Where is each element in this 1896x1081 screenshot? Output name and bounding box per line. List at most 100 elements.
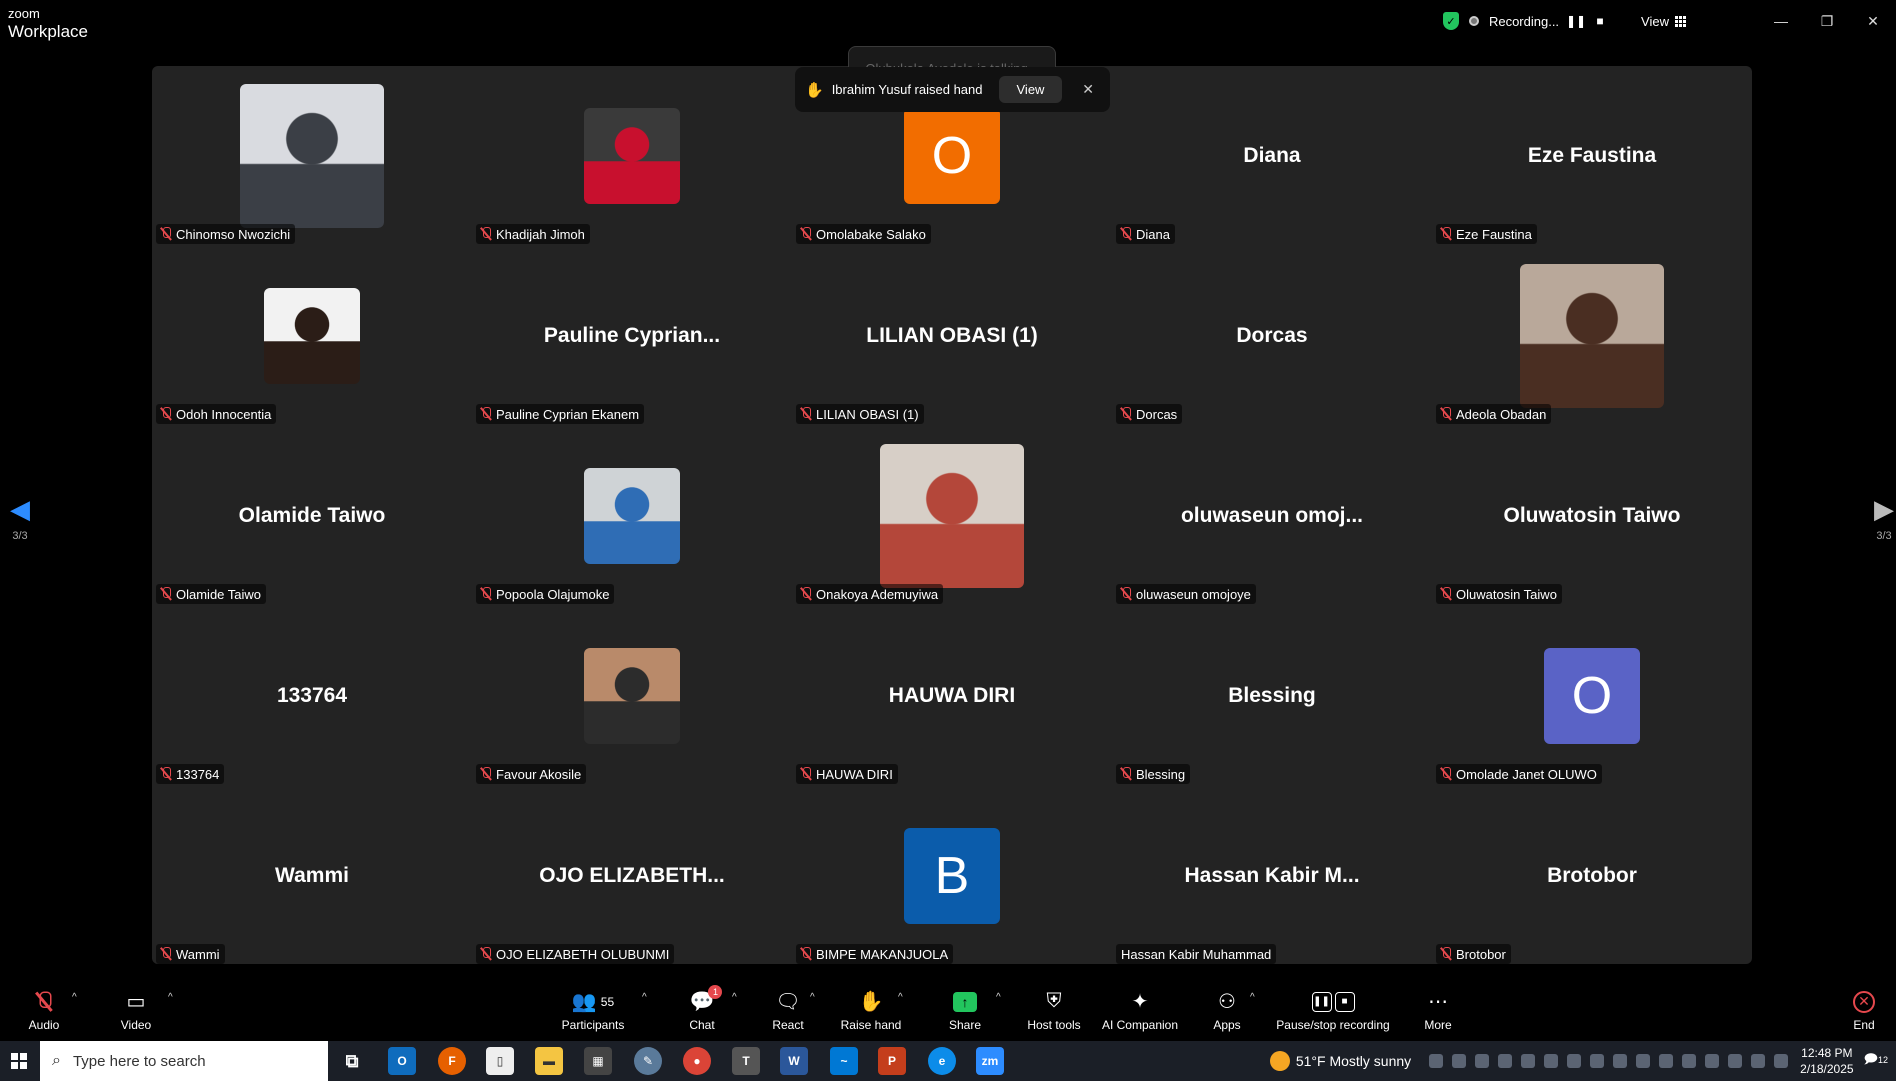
outlook-icon[interactable]: O [388, 1047, 416, 1075]
audio-options-caret[interactable]: ^ [72, 992, 77, 1003]
raise-hand-button[interactable]: ✋ Raise hand [840, 980, 902, 1040]
file-icon[interactable]: ▯ [486, 1047, 514, 1075]
chat-options-caret[interactable]: ^ [732, 992, 737, 1003]
video-button[interactable]: ▭ Video [116, 980, 156, 1040]
participant-tile[interactable]: Chinomso Nwozichi [152, 66, 472, 246]
participant-tile[interactable]: Wammi Wammi [152, 786, 472, 966]
end-button[interactable]: ✕ End [1848, 980, 1880, 1040]
react-options-caret[interactable]: ^ [810, 992, 815, 1003]
participant-tile[interactable]: 133764 133764 [152, 606, 472, 786]
webex-icon[interactable]: ~ [830, 1047, 858, 1075]
next-page-button[interactable]: ▶ 3/3 [1864, 496, 1896, 542]
mic-muted-icon [1441, 227, 1451, 241]
participants-button[interactable]: 👥 55 Participants [560, 980, 626, 1040]
tray-icons [1429, 1054, 1789, 1068]
participant-tile[interactable]: HAUWA DIRI HAUWA DIRI [792, 606, 1112, 786]
clock[interactable]: 12:48 PM 2/18/2025 [1800, 1045, 1853, 1077]
close-button[interactable]: ✕ [1850, 6, 1896, 36]
participant-tile[interactable]: O Omolade Janet OLUWO [1432, 606, 1752, 786]
participant-name: Diana [1136, 226, 1170, 242]
previous-page-button[interactable]: ◀ 3/3 [0, 496, 40, 542]
participant-tile[interactable]: Diana Diana [1112, 66, 1432, 246]
participant-name: Oluwatosin Taiwo [1456, 586, 1557, 602]
chat-button[interactable]: 💬 1 Chat [686, 980, 723, 1040]
participant-tile[interactable]: Popoola Olajumoke [472, 426, 792, 606]
battery-icon[interactable] [1728, 1054, 1743, 1068]
notifications-icon[interactable]: 🗩12 [1864, 1050, 1888, 1072]
participant-tile[interactable]: Olamide Taiwo Olamide Taiwo [152, 426, 472, 606]
weather-widget[interactable]: 51°F Mostly sunny [1269, 1051, 1411, 1071]
tray-app-icon[interactable] [1613, 1054, 1628, 1068]
participant-tile[interactable]: OJO ELIZABETH... OJO ELIZABETH OLUBUNMI [472, 786, 792, 966]
pause-recording-button[interactable]: ❚❚ [1566, 14, 1586, 28]
minimize-button[interactable]: — [1758, 6, 1804, 36]
taskbar-search[interactable]: ⌕ Type here to search [40, 1041, 328, 1081]
tray-app-icon[interactable] [1636, 1054, 1651, 1068]
firefox-icon[interactable]: F [438, 1047, 466, 1075]
folder-icon[interactable]: ▬ [535, 1047, 563, 1075]
apps-options-caret[interactable]: ^ [1250, 992, 1255, 1003]
host-tools-button[interactable]: ⛨ Host tools [1024, 980, 1084, 1040]
participant-tile[interactable]: Oluwatosin Taiwo Oluwatosin Taiwo [1432, 426, 1752, 606]
video-options-caret[interactable]: ^ [168, 992, 173, 1003]
zoom-taskbar-icon[interactable]: zm [976, 1047, 1004, 1075]
share-button[interactable]: ↑ Share [948, 980, 982, 1040]
tray-app-icon[interactable] [1544, 1054, 1559, 1068]
apps-button[interactable]: ⚇ Apps [1210, 980, 1244, 1040]
participant-name-label: Hassan Kabir Muhammad [1116, 944, 1277, 964]
start-button[interactable] [0, 1041, 38, 1081]
mic-muted-icon [481, 767, 491, 781]
tray-app-icon[interactable] [1590, 1054, 1605, 1068]
stop-recording-button[interactable]: ■ [1593, 14, 1607, 28]
restore-button[interactable]: ❐ [1804, 6, 1850, 36]
participant-tile[interactable]: B BIMPE MAKANJUOLA [792, 786, 1112, 966]
ai-companion-button[interactable]: ✦ AI Companion [1100, 980, 1180, 1040]
audio-button[interactable]: Audio [24, 980, 64, 1040]
bluetooth-icon[interactable] [1659, 1054, 1674, 1068]
participant-tile[interactable]: Onakoya Ademuyiwa [792, 426, 1112, 606]
wifi-icon[interactable] [1751, 1054, 1766, 1068]
participant-tile[interactable]: Blessing Blessing [1112, 606, 1432, 786]
notification-close-icon[interactable]: ✕ [1082, 81, 1100, 98]
participant-tile[interactable]: Pauline Cyprian... Pauline Cyprian Ekanem [472, 246, 792, 426]
tray-app-icon[interactable] [1567, 1054, 1582, 1068]
paint-icon[interactable]: ✎ [634, 1047, 662, 1075]
mic-muted-icon [801, 227, 811, 241]
more-button[interactable]: ⋯ More [1420, 980, 1456, 1040]
tray-app-icon[interactable] [1521, 1054, 1536, 1068]
volume-icon[interactable] [1774, 1054, 1789, 1068]
participant-name: Blessing [1136, 766, 1186, 782]
edge-icon[interactable]: e [928, 1047, 956, 1075]
participant-tile[interactable]: Favour Akosile [472, 606, 792, 786]
raise-hand-options-caret[interactable]: ^ [898, 992, 903, 1003]
participant-tile[interactable]: Adeola Obadan [1432, 246, 1752, 426]
mic-tray-icon[interactable] [1682, 1054, 1697, 1068]
tray-app-icon[interactable] [1475, 1054, 1490, 1068]
notification-view-button[interactable]: View [998, 76, 1063, 103]
chrome-icon[interactable]: ● [683, 1047, 711, 1075]
participant-tile[interactable]: Eze Faustina Eze Faustina [1432, 66, 1752, 246]
participants-options-caret[interactable]: ^ [642, 992, 647, 1003]
view-button[interactable]: View [1641, 14, 1686, 29]
task-view-icon[interactable]: ⧉ [338, 1047, 366, 1075]
tray-app-icon[interactable] [1452, 1054, 1467, 1068]
encryption-shield-icon[interactable]: ✓ [1442, 12, 1459, 30]
participant-tile[interactable]: Dorcas Dorcas [1112, 246, 1432, 426]
participant-tile[interactable]: Hassan Kabir M... Hassan Kabir Muhammad [1112, 786, 1432, 966]
react-button[interactable]: 🗨 React [770, 980, 806, 1040]
pause-stop-recording-button[interactable]: ❚❚ ■ Pause/stop recording [1272, 980, 1394, 1040]
participant-tile[interactable]: Odoh Innocentia [152, 246, 472, 426]
word-icon[interactable]: W [780, 1047, 808, 1075]
participant-tile[interactable]: oluwaseun omoj... oluwaseun omojoye [1112, 426, 1432, 606]
powerpoint-icon[interactable]: P [878, 1047, 906, 1075]
participant-tile[interactable]: Khadijah Jimoh [472, 66, 792, 246]
tray-app-icon[interactable] [1498, 1054, 1513, 1068]
network-icon[interactable] [1705, 1054, 1720, 1068]
teams-icon[interactable]: T [732, 1047, 760, 1075]
participant-display-name: Oluwatosin Taiwo [1503, 504, 1681, 527]
participant-tile[interactable]: Brotobor Brotobor [1432, 786, 1752, 966]
share-options-caret[interactable]: ^ [996, 992, 1001, 1003]
participant-tile[interactable]: LILIAN OBASI (1) LILIAN OBASI (1) [792, 246, 1112, 426]
app-icon[interactable]: ▦ [584, 1047, 612, 1075]
tray-app-icon[interactable] [1429, 1054, 1444, 1068]
